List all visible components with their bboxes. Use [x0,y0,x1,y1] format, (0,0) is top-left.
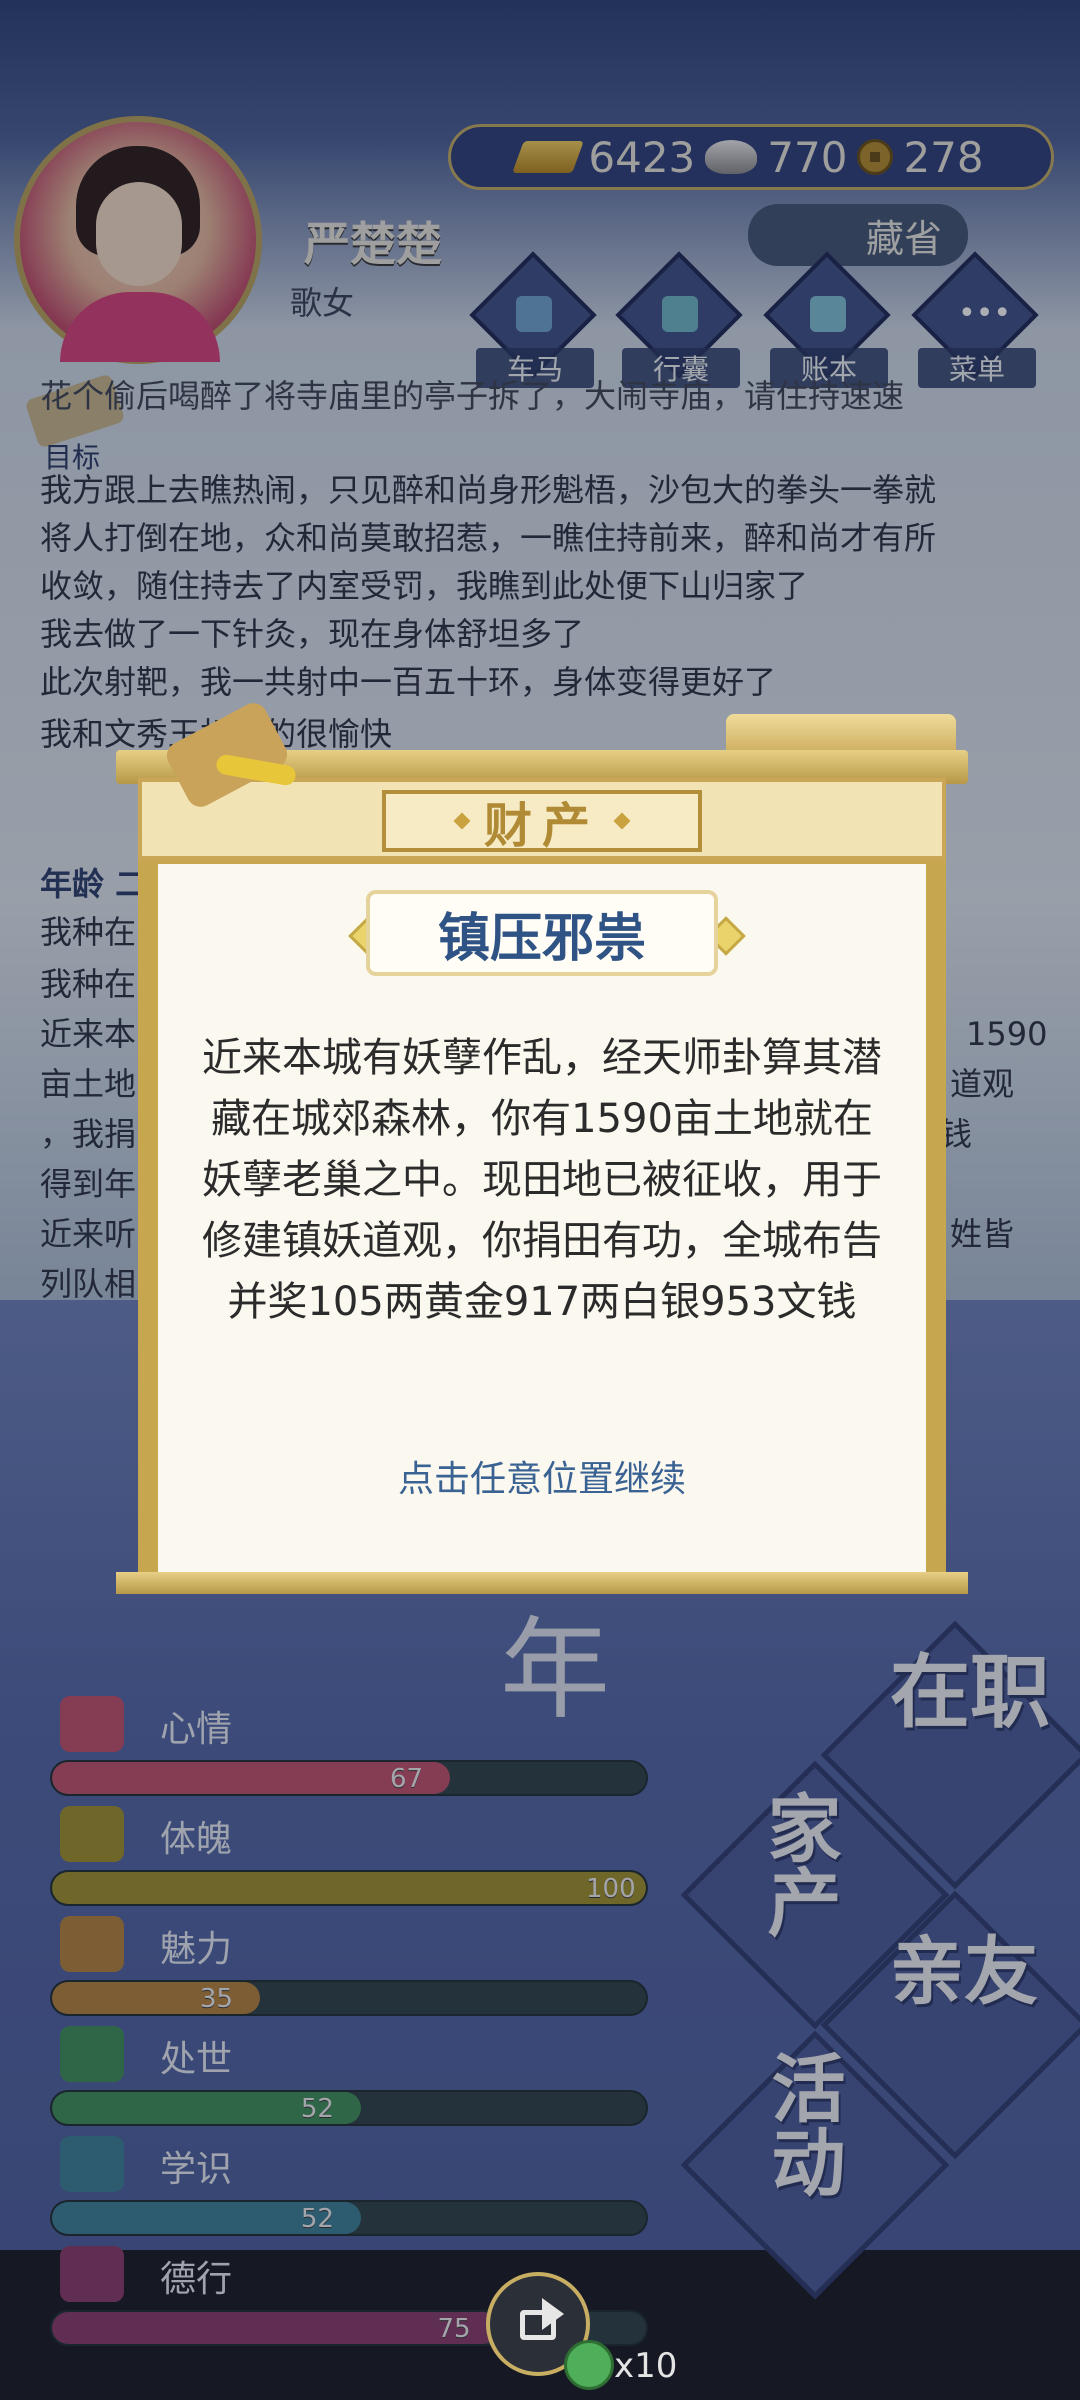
share-arrow-icon [542,2298,564,2330]
modal-subtitle: 镇压邪祟 [437,908,646,969]
modal-title-plaque: 财产 [382,790,702,854]
wheat-sheaf-icon [116,698,306,840]
share-count: x10 [614,2346,678,2386]
ornament-dot-icon [613,812,631,830]
continue-hint[interactable]: 点击任意位置继续 [196,1450,888,1502]
modal-title: 财产 [483,798,600,854]
modal-subtitle-plaque: 镇压邪祟 [366,890,718,976]
jade-token-icon [564,2340,614,2390]
modal-body-text: 近来本城有妖孽作乱，经天师卦算其潜藏在城郊森林，你有1590亩土地就在妖孽老巢之… [202,1035,882,1325]
ornament-dot-icon [453,812,471,830]
property-modal[interactable]: 财产 镇压邪祟 近来本城有妖孽作乱，经天师卦算其潜藏在城郊森林，你有1590亩土… [116,698,968,1600]
modal-bottom-beam [116,1572,968,1594]
